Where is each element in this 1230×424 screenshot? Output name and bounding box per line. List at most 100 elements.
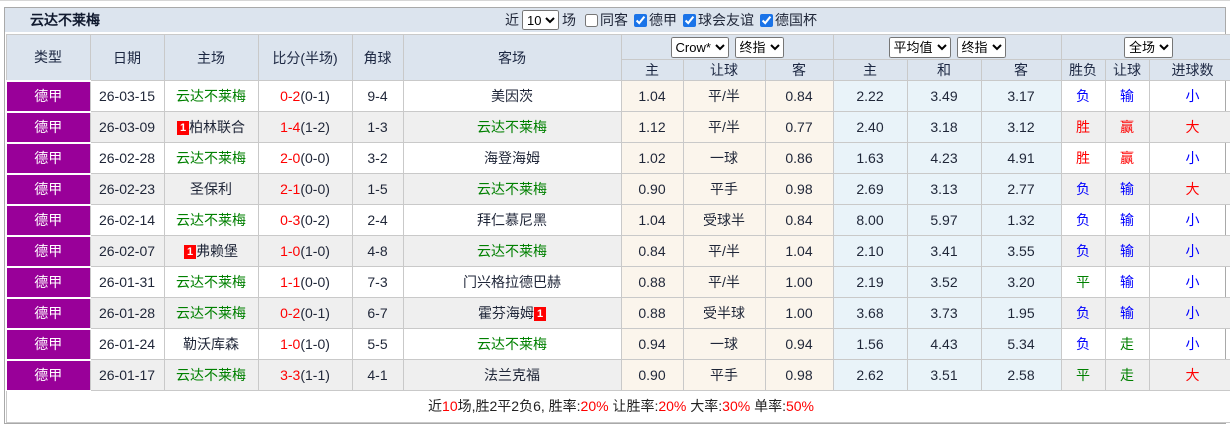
result-handicap-cell: 输 bbox=[1104, 80, 1150, 112]
bookmaker-select[interactable]: Crow* bbox=[670, 36, 729, 58]
handicap-away-odds-cell: 0.86 bbox=[764, 142, 834, 174]
handicap-away-odds-cell: 1.04 bbox=[764, 235, 834, 267]
match-row: 德甲 26-01-17 云达不莱梅 3-3(1-1) 4-1 法兰克福 0.90… bbox=[5, 358, 1230, 391]
corner-cell: 2-4 bbox=[351, 204, 404, 236]
team-history-panel: 云达不莱梅 近 10 场 同客 德甲 球会友谊 德国杯 类型 日期 主场 比分(半场)… bbox=[4, 7, 1230, 424]
scope-select-cell: 全场 bbox=[1060, 34, 1230, 60]
score-cell: 0-2(0-1) bbox=[257, 80, 353, 112]
away-team-cell: 霍芬海姆 1 bbox=[402, 297, 622, 329]
corner-cell: 6-7 bbox=[351, 297, 404, 329]
checkbox-input[interactable] bbox=[683, 13, 696, 27]
league-cell: 德甲 bbox=[5, 234, 91, 267]
europe-draw-odds-cell: 3.52 bbox=[906, 266, 982, 298]
result-wdl-cell: 负 bbox=[1060, 328, 1106, 360]
summary-stat-value: 50% bbox=[785, 398, 814, 414]
result-wdl-cell: 负 bbox=[1060, 80, 1106, 112]
match-row: 德甲 26-01-24 勒沃库森 1-0(1-0) 5-5 云达不莱梅 0.94… bbox=[5, 327, 1230, 360]
result-goals-cell: 大 bbox=[1148, 111, 1230, 143]
europe-home-odds-cell: 8.00 bbox=[832, 204, 908, 236]
corner-cell: 5-5 bbox=[351, 328, 404, 360]
half-time-score: (0-2) bbox=[300, 212, 330, 228]
summary-stat-value: 30% bbox=[722, 398, 751, 414]
europe-home-odds-cell: 1.63 bbox=[832, 142, 908, 174]
handicap-home-odds-cell: 1.04 bbox=[620, 80, 684, 112]
match-row: 德甲 26-01-31 云达不莱梅 1-1(0-0) 7-3 门兴格拉德巴赫 0… bbox=[5, 265, 1230, 298]
home-team-cell: 云达不莱梅 bbox=[163, 204, 259, 236]
score-cell: 1-0(1-0) bbox=[257, 235, 353, 267]
handicap-time-select[interactable]: 终指 bbox=[734, 36, 784, 58]
half-time-score: (1-1) bbox=[300, 366, 330, 383]
summary-bar: 近10场,胜2平2负6, 胜率:20% 让胜率:20% 大率:30% 单率:50… bbox=[5, 389, 1230, 423]
filter-checkbox-2[interactable]: 球会友谊 bbox=[683, 10, 754, 30]
handicap-away-odds-cell: 1.00 bbox=[764, 297, 834, 329]
date-cell: 26-02-23 bbox=[89, 173, 165, 205]
europe-home-odds-cell: 2.10 bbox=[832, 235, 908, 267]
result-goals-cell: 大 bbox=[1148, 173, 1230, 205]
match-row: 德甲 26-02-28 云达不莱梅 2-0(0-0) 3-2 海登海姆 1.02… bbox=[5, 141, 1230, 174]
away-team-name: 云达不莱梅 bbox=[477, 119, 547, 135]
league-cell: 德甲 bbox=[5, 172, 91, 205]
home-team-name: 云达不莱梅 bbox=[176, 212, 246, 228]
match-history-table: 类型 日期 主场 比分(半场) 角球 客场 Crow* 终指 平均值 终指 全场 主… bbox=[5, 34, 1230, 423]
near-label: 近 bbox=[505, 12, 519, 28]
europe-odds-select[interactable]: 平均值 bbox=[888, 36, 951, 58]
europe-away-odds-cell: 2.58 bbox=[980, 359, 1062, 391]
home-team-cell: 云达不莱梅 bbox=[163, 297, 259, 329]
europe-home-odds-cell: 1.56 bbox=[832, 328, 908, 360]
handicap-away-odds-cell: 1.00 bbox=[764, 266, 834, 298]
result-wdl-cell: 负 bbox=[1060, 204, 1106, 236]
handicap-home-odds-cell: 0.84 bbox=[620, 235, 684, 267]
home-team-name: 云达不莱梅 bbox=[176, 150, 246, 166]
home-team-cell: 云达不莱梅 bbox=[163, 80, 259, 112]
europe-away-odds-cell: 3.17 bbox=[980, 80, 1062, 112]
filter-controls: 近 10 场 同客 德甲 球会友谊 德国杯 bbox=[505, 8, 817, 32]
col-header-ah-line: 让球 bbox=[682, 59, 766, 81]
col-header-score: 比分(半场) bbox=[257, 34, 353, 81]
result-goals-cell: 小 bbox=[1148, 204, 1230, 236]
date-cell: 26-02-07 bbox=[89, 235, 165, 267]
handicap-line-cell: 平/半 bbox=[682, 80, 766, 112]
away-team-cell: 云达不莱梅 bbox=[402, 111, 622, 143]
filter-checkbox-3[interactable]: 德国杯 bbox=[760, 10, 817, 30]
summary-row: 近10场,胜2平2负6, 胜率:20% 让胜率:20% 大率:30% 单率:50… bbox=[5, 389, 1230, 423]
match-row: 德甲 26-02-23 圣保利 2-1(0-0) 1-5 云达不莱梅 0.90 … bbox=[5, 172, 1230, 205]
half-time-score: (1-2) bbox=[300, 119, 330, 135]
half-time-score: (0-0) bbox=[300, 150, 330, 166]
europe-draw-odds-cell: 4.23 bbox=[906, 142, 982, 174]
score-cell: 1-0(1-0) bbox=[257, 328, 353, 360]
checkbox-input[interactable] bbox=[634, 13, 647, 27]
result-handicap-cell: 赢 bbox=[1104, 111, 1150, 143]
checkbox-input[interactable] bbox=[760, 13, 773, 27]
match-count-select[interactable]: 10 bbox=[522, 10, 559, 30]
europe-draw-odds-cell: 3.41 bbox=[906, 235, 982, 267]
score-cell: 0-2(0-1) bbox=[257, 297, 353, 329]
europe-away-odds-cell: 4.91 bbox=[980, 142, 1062, 174]
summary-text: 场,胜2平2负6, 胜率: bbox=[457, 398, 581, 414]
away-team-cell: 门兴格拉德巴赫 bbox=[402, 266, 622, 298]
scope-select[interactable]: 全场 bbox=[1124, 36, 1174, 58]
corner-cell: 9-4 bbox=[351, 80, 404, 112]
europe-time-select[interactable]: 终指 bbox=[956, 36, 1006, 58]
col-header-away: 客场 bbox=[402, 34, 622, 81]
checkbox-input[interactable] bbox=[585, 13, 598, 27]
filter-checkbox-0[interactable]: 同客 bbox=[585, 10, 628, 30]
europe-draw-odds-cell: 3.18 bbox=[906, 111, 982, 143]
home-team-cell: 勒沃库森 bbox=[163, 328, 259, 360]
away-team-cell: 云达不莱梅 bbox=[402, 235, 622, 267]
corner-cell: 7-3 bbox=[351, 266, 404, 298]
handicap-away-odds-cell: 0.84 bbox=[764, 204, 834, 236]
match-row: 德甲 26-02-14 云达不莱梅 0-3(0-2) 2-4 拜仁慕尼黑 1.0… bbox=[5, 203, 1230, 236]
handicap-line-cell: 受半球 bbox=[682, 297, 766, 329]
result-goals-cell: 小 bbox=[1148, 80, 1230, 112]
col-header-date: 日期 bbox=[89, 34, 165, 81]
europe-away-odds-cell: 3.55 bbox=[980, 235, 1062, 267]
handicap-line-cell: 平手 bbox=[682, 359, 766, 391]
filter-checkbox-1[interactable]: 德甲 bbox=[634, 10, 677, 30]
half-time-score: (0-1) bbox=[300, 88, 330, 104]
home-team-cell: 云达不莱梅 bbox=[163, 266, 259, 298]
home-team-cell: 圣保利 bbox=[163, 173, 259, 205]
summary-stat-value: 10 bbox=[442, 398, 458, 414]
col-header-type: 类型 bbox=[5, 34, 91, 81]
summary-text: 让胜率: bbox=[608, 398, 659, 414]
date-cell: 26-01-28 bbox=[89, 297, 165, 329]
